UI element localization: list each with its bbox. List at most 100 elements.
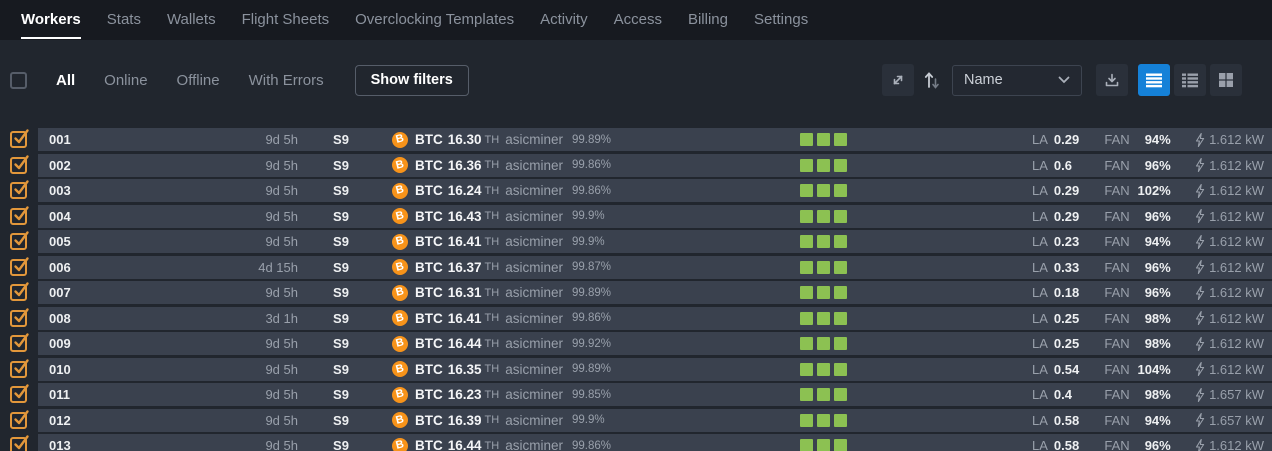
worker-row-panel[interactable]: 009 9d 5h S9 B BTC 16.44 TH asicminer 99…	[38, 332, 1272, 355]
nav-item-billing[interactable]: Billing	[675, 0, 741, 40]
worker-model: S9	[306, 183, 376, 198]
worker-checkbox-checked[interactable]	[10, 157, 27, 174]
sort-by-select[interactable]: Name	[952, 65, 1082, 96]
worker-row-panel[interactable]: 003 9d 5h S9 B BTC 16.24 TH asicminer 99…	[38, 179, 1272, 202]
sort-direction-button[interactable]	[920, 64, 944, 96]
status-squares	[800, 235, 846, 248]
worker-checkbox-checked[interactable]	[10, 437, 27, 451]
nav-item-overclocking-templates[interactable]: Overclocking Templates	[342, 0, 527, 40]
worker-checkbox-checked[interactable]	[10, 259, 27, 276]
status-square-green	[817, 363, 830, 376]
select-all-checkbox[interactable]	[10, 72, 27, 89]
fan-label: FAN	[1104, 311, 1129, 326]
worker-row-panel[interactable]: 007 9d 5h S9 B BTC 16.31 TH asicminer 99…	[38, 281, 1272, 304]
worker-miner-software: asicminer	[505, 132, 563, 147]
la-value: 0.23	[1054, 234, 1103, 249]
worker-row-panel[interactable]: 010 9d 5h S9 B BTC 16.35 TH asicminer 99…	[38, 358, 1272, 381]
worker-checkbox-checked[interactable]	[10, 386, 27, 403]
worker-row-panel[interactable]: 008 3d 1h S9 B BTC 16.41 TH asicminer 99…	[38, 307, 1272, 330]
worker-checkbox-checked[interactable]	[10, 208, 27, 225]
status-filter-online[interactable]: Online	[104, 72, 147, 89]
view-grid-button[interactable]	[1210, 64, 1242, 96]
row-checkbox-cell	[0, 154, 38, 177]
fan-value: 98%	[1130, 336, 1171, 351]
status-square-green	[800, 439, 813, 451]
fan-value: 96%	[1130, 438, 1171, 451]
worker-checkbox-checked[interactable]	[10, 182, 27, 199]
worker-coin: BTC	[415, 311, 443, 326]
worker-row-panel[interactable]: 011 9d 5h S9 B BTC 16.23 TH asicminer 99…	[38, 383, 1272, 406]
worker-miner-software: asicminer	[505, 336, 563, 351]
worker-hashrate: 16.39	[448, 413, 482, 428]
nav-item-label: Settings	[754, 2, 808, 39]
worker-name: 002	[38, 158, 208, 173]
expand-button[interactable]	[882, 64, 914, 96]
worker-checkbox-checked[interactable]	[10, 310, 27, 327]
nav-item-activity[interactable]: Activity	[527, 0, 601, 40]
worker-row-panel[interactable]: 006 4d 15h S9 B BTC 16.37 TH asicminer 9…	[38, 256, 1272, 279]
worker-checkbox-checked[interactable]	[10, 412, 27, 429]
worker-checkbox-checked[interactable]	[10, 233, 27, 250]
worker-stats: LA 0.25 FAN 98% 1.612 kW	[1032, 311, 1272, 326]
worker-accept-rate: 99.9%	[572, 414, 605, 426]
worker-row-panel[interactable]: 012 9d 5h S9 B BTC 16.39 TH asicminer 99…	[38, 409, 1272, 432]
status-square-green	[800, 261, 813, 274]
hashrate-unit: TH	[485, 210, 500, 222]
worker-row-panel[interactable]: 004 9d 5h S9 B BTC 16.43 TH asicminer 99…	[38, 205, 1272, 228]
worker-checkbox-checked[interactable]	[10, 131, 27, 148]
lightning-bolt-icon	[1195, 260, 1205, 274]
worker-checkbox-checked[interactable]	[10, 361, 27, 378]
worker-row-panel[interactable]: 002 9d 5h S9 B BTC 16.36 TH asicminer 99…	[38, 154, 1272, 177]
worker-model: S9	[306, 158, 376, 173]
status-square-green	[817, 133, 830, 146]
status-square-green	[834, 210, 847, 223]
nav-item-wallets[interactable]: Wallets	[154, 0, 229, 40]
nav-item-workers[interactable]: Workers	[8, 0, 94, 40]
worker-mining-info: B BTC 16.31 TH asicminer 99.89%	[376, 285, 800, 301]
status-square-green	[800, 133, 813, 146]
worker-name: 013	[38, 438, 208, 451]
worker-row: 006 4d 15h S9 B BTC 16.37 TH asicminer 9…	[0, 256, 1272, 279]
status-square-green	[800, 414, 813, 427]
view-list-button[interactable]	[1138, 64, 1170, 96]
view-table-button[interactable]	[1174, 64, 1206, 96]
nav-item-stats[interactable]: Stats	[94, 0, 154, 40]
export-download-button[interactable]	[1096, 64, 1128, 96]
fan-label: FAN	[1104, 285, 1129, 300]
lightning-bolt-icon	[1195, 286, 1205, 300]
status-square-green	[817, 210, 830, 223]
expand-diagonal-icon	[890, 72, 906, 88]
sort-by-value: Name	[964, 72, 1003, 88]
worker-mining-info: B BTC 16.30 TH asicminer 99.89%	[376, 132, 800, 148]
nav-item-access[interactable]: Access	[601, 0, 675, 40]
worker-row-panel[interactable]: 013 9d 5h S9 B BTC 16.44 TH asicminer 99…	[38, 434, 1272, 451]
worker-row: 003 9d 5h S9 B BTC 16.24 TH asicminer 99…	[0, 179, 1272, 202]
hashrate-unit: TH	[485, 363, 500, 375]
nav-item-settings[interactable]: Settings	[741, 0, 821, 40]
la-value: 0.29	[1054, 209, 1103, 224]
status-square-green	[817, 261, 830, 274]
row-checkbox-cell	[0, 307, 38, 330]
power-consumption: 1.657 kW	[1171, 413, 1264, 428]
la-label: LA	[1032, 209, 1048, 224]
power-consumption: 1.612 kW	[1171, 183, 1264, 198]
worker-uptime: 9d 5h	[208, 438, 298, 451]
worker-row-panel[interactable]: 001 9d 5h S9 B BTC 16.30 TH asicminer 99…	[38, 128, 1272, 151]
status-filter-all[interactable]: All	[56, 72, 75, 89]
checkmark-icon	[12, 179, 29, 196]
status-filter-with-errors[interactable]: With Errors	[249, 72, 324, 89]
worker-uptime: 9d 5h	[208, 132, 298, 147]
show-filters-button[interactable]: Show filters	[355, 65, 469, 96]
status-filter-label: All	[56, 72, 75, 89]
worker-checkbox-checked[interactable]	[10, 284, 27, 301]
worker-model: S9	[306, 132, 376, 147]
status-filter-offline[interactable]: Offline	[177, 72, 220, 89]
nav-item-flight-sheets[interactable]: Flight Sheets	[229, 0, 343, 40]
status-square-green	[800, 388, 813, 401]
fan-value: 102%	[1130, 183, 1171, 198]
fan-value: 96%	[1130, 209, 1171, 224]
worker-row-panel[interactable]: 005 9d 5h S9 B BTC 16.41 TH asicminer 99…	[38, 230, 1272, 253]
lightning-bolt-icon	[1195, 413, 1205, 427]
worker-checkbox-checked[interactable]	[10, 335, 27, 352]
status-squares	[800, 439, 846, 451]
